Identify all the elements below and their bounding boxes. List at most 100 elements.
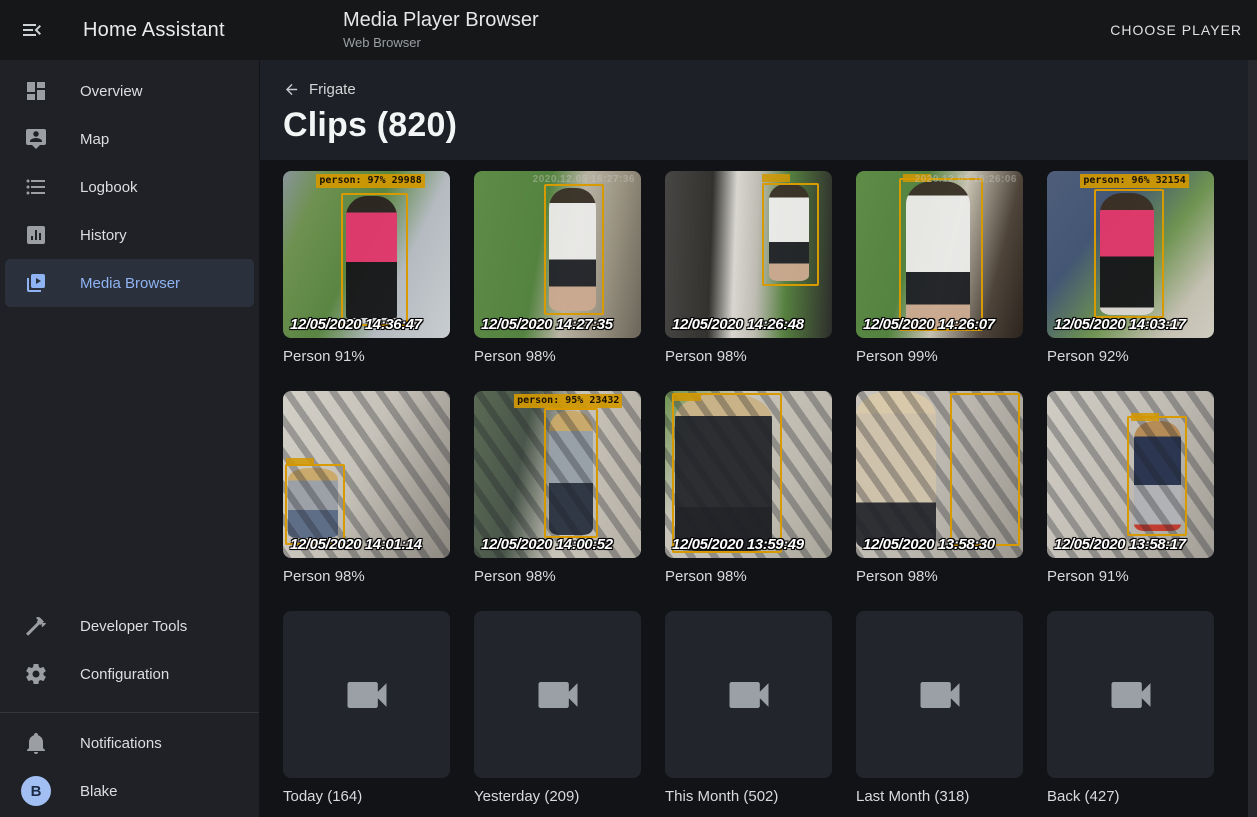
detection-bounding-box bbox=[1127, 416, 1187, 536]
sidebar-item-label: Media Browser bbox=[80, 275, 180, 292]
sidebar-item-notifications[interactable]: Notifications bbox=[5, 719, 254, 767]
media-folder[interactable]: Back (427) bbox=[1047, 611, 1214, 807]
detection-bounding-box bbox=[672, 393, 782, 553]
clip-item[interactable]: person: 95% 2343212/05/2020 14:00:52 Pers… bbox=[474, 391, 641, 587]
sidebar-item-label: Map bbox=[80, 131, 109, 148]
sidebar-nav-list: Overview Map Logbook History Media Browser bbox=[0, 67, 259, 307]
play-box-multiple-icon bbox=[24, 271, 48, 295]
detection-label-small bbox=[762, 174, 790, 182]
clip-thumbnail: 12/05/2020 14:01:14 bbox=[283, 391, 450, 558]
media-folder[interactable]: Yesterday (209) bbox=[474, 611, 641, 807]
clip-caption: Person 99% bbox=[856, 347, 1023, 367]
clip-thumbnail: 12/05/2020 13:58:30 bbox=[856, 391, 1023, 558]
detection-bounding-box bbox=[1094, 189, 1164, 318]
clip-item[interactable]: person: 96% 3215412/05/2020 14:03:17Pers… bbox=[1047, 171, 1214, 367]
media-folder[interactable]: This Month (502) bbox=[665, 611, 832, 807]
clip-caption: Person 92% bbox=[1047, 347, 1214, 367]
camera-utc-timestamp: 2020.12.05 16:27:36 bbox=[533, 174, 635, 185]
clip-thumbnail: 2020.12.05 16:27:36 12/05/2020 14:27:35 bbox=[474, 171, 641, 338]
clip-item[interactable]: 12/05/2020 13:58:30 Person 98% bbox=[856, 391, 1023, 587]
detection-bounding-box bbox=[285, 464, 345, 544]
clip-item[interactable]: 12/05/2020 13:58:17Person 91% bbox=[1047, 391, 1214, 587]
media-folder[interactable]: Today (164) bbox=[283, 611, 450, 807]
folder-thumbnail bbox=[665, 611, 832, 778]
breadcrumb-back[interactable]: Frigate bbox=[283, 81, 356, 98]
list-bulleted-icon bbox=[24, 175, 48, 199]
bell-icon bbox=[24, 731, 48, 755]
sidebar-item-developer-tools[interactable]: Developer Tools bbox=[5, 602, 254, 650]
clip-caption: Person 91% bbox=[283, 347, 450, 367]
sidebar-bottom: Developer Tools Configuration Notificatio… bbox=[0, 602, 259, 817]
sidebar-item-label: History bbox=[80, 227, 127, 244]
video-icon bbox=[723, 669, 775, 721]
sidebar: Overview Map Logbook History Media Browser D… bbox=[0, 60, 260, 817]
clip-caption: Person 98% bbox=[283, 567, 450, 587]
sidebar-item-label: Configuration bbox=[80, 666, 169, 683]
sidebar-item-media-browser[interactable]: Media Browser bbox=[5, 259, 254, 307]
gear-icon bbox=[24, 662, 48, 686]
camera-timestamp: 12/05/2020 13:59:49 bbox=[672, 536, 804, 553]
folder-label: This Month (502) bbox=[665, 787, 832, 807]
folder-label: Today (164) bbox=[283, 787, 450, 807]
detection-label: person: 97% 29988 bbox=[316, 174, 424, 188]
clip-thumbnail: person: 95% 2343212/05/2020 14:00:52 bbox=[474, 391, 641, 558]
folder-thumbnail bbox=[856, 611, 1023, 778]
media-grid: person: 97% 2998812/05/2020 14:36:47 Pers… bbox=[283, 171, 1257, 807]
sidebar-item-configuration[interactable]: Configuration bbox=[5, 650, 254, 698]
view-dashboard-icon bbox=[24, 79, 48, 103]
camera-timestamp: 12/05/2020 14:26:07 bbox=[863, 316, 995, 333]
clip-thumbnail: 12/05/2020 14:26:48 bbox=[665, 171, 832, 338]
clip-thumbnail: 12/05/2020 13:59:49 bbox=[665, 391, 832, 558]
clip-caption: Person 98% bbox=[856, 567, 1023, 587]
gear-icon bbox=[24, 662, 48, 686]
play-box-multiple-icon bbox=[24, 271, 48, 295]
clip-item[interactable]: 12/05/2020 14:26:48 Person 98% bbox=[665, 171, 832, 367]
camera-timestamp: 12/05/2020 14:27:35 bbox=[481, 316, 613, 333]
app-title[interactable]: Home Assistant bbox=[83, 19, 225, 42]
panel-header: Media Player Browser Web Browser bbox=[343, 9, 539, 50]
clip-item[interactable]: 12/05/2020 13:59:49Person 98% bbox=[665, 391, 832, 587]
arrow-left-icon bbox=[283, 81, 300, 98]
detection-bounding-box bbox=[544, 184, 604, 314]
video-icon bbox=[914, 669, 966, 721]
camera-utc-timestamp: 2020.12.05 16:26:06 bbox=[915, 174, 1017, 185]
panel-subtitle: Web Browser bbox=[343, 35, 539, 50]
sidebar-toggle-button[interactable] bbox=[12, 10, 52, 50]
clip-item[interactable]: 2020.12.05 16:26:06 12/05/2020 14:26:07 Pe… bbox=[856, 171, 1023, 367]
sidebar-item-map[interactable]: Map bbox=[5, 115, 254, 163]
sidebar-item-logbook[interactable]: Logbook bbox=[5, 163, 254, 211]
clip-caption: Person 98% bbox=[474, 567, 641, 587]
folder-thumbnail bbox=[283, 611, 450, 778]
folder-label: Last Month (318) bbox=[856, 787, 1023, 807]
sidebar-item-overview[interactable]: Overview bbox=[5, 67, 254, 115]
sidebar-item-label: Logbook bbox=[80, 179, 138, 196]
tooltip-account-icon bbox=[24, 127, 48, 151]
sidebar-item-label: Developer Tools bbox=[80, 618, 187, 635]
top-app-bar: Home Assistant Media Player Browser Web … bbox=[0, 0, 1257, 60]
vertical-scrollbar[interactable] bbox=[1248, 60, 1257, 817]
clip-thumbnail: 2020.12.05 16:26:06 12/05/2020 14:26:07 bbox=[856, 171, 1023, 338]
sidebar-item-label: Overview bbox=[80, 83, 143, 100]
chart-box-icon bbox=[24, 223, 48, 247]
media-content: person: 97% 2998812/05/2020 14:36:47 Pers… bbox=[260, 160, 1257, 817]
clip-item[interactable]: 2020.12.05 16:27:3612/05/2020 14:27:35Pe… bbox=[474, 171, 641, 367]
detection-bounding-box bbox=[762, 183, 819, 287]
folder-thumbnail bbox=[474, 611, 641, 778]
choose-player-button[interactable]: CHOOSE PLAYER bbox=[1110, 0, 1242, 60]
sidebar-item-history[interactable]: History bbox=[5, 211, 254, 259]
list-bulleted-icon bbox=[24, 175, 48, 199]
clip-thumbnail: person: 97% 2998812/05/2020 14:36:47 bbox=[283, 171, 450, 338]
detection-bounding-box bbox=[899, 178, 983, 332]
detection-bounding-box bbox=[544, 408, 597, 538]
clip-item[interactable]: person: 97% 2998812/05/2020 14:36:47 Pers… bbox=[283, 171, 450, 367]
page-title: Clips (820) bbox=[283, 105, 1257, 145]
detection-bounding-box bbox=[950, 393, 1020, 547]
video-icon bbox=[1105, 669, 1157, 721]
clip-caption: Person 98% bbox=[665, 347, 832, 367]
media-folder[interactable]: Last Month (318) bbox=[856, 611, 1023, 807]
folder-thumbnail bbox=[1047, 611, 1214, 778]
breadcrumb-label: Frigate bbox=[309, 81, 356, 98]
sidebar-item-user[interactable]: B Blake bbox=[5, 767, 254, 815]
clip-item[interactable]: 12/05/2020 14:01:14 Person 98% bbox=[283, 391, 450, 587]
view-dashboard-icon bbox=[24, 79, 48, 103]
